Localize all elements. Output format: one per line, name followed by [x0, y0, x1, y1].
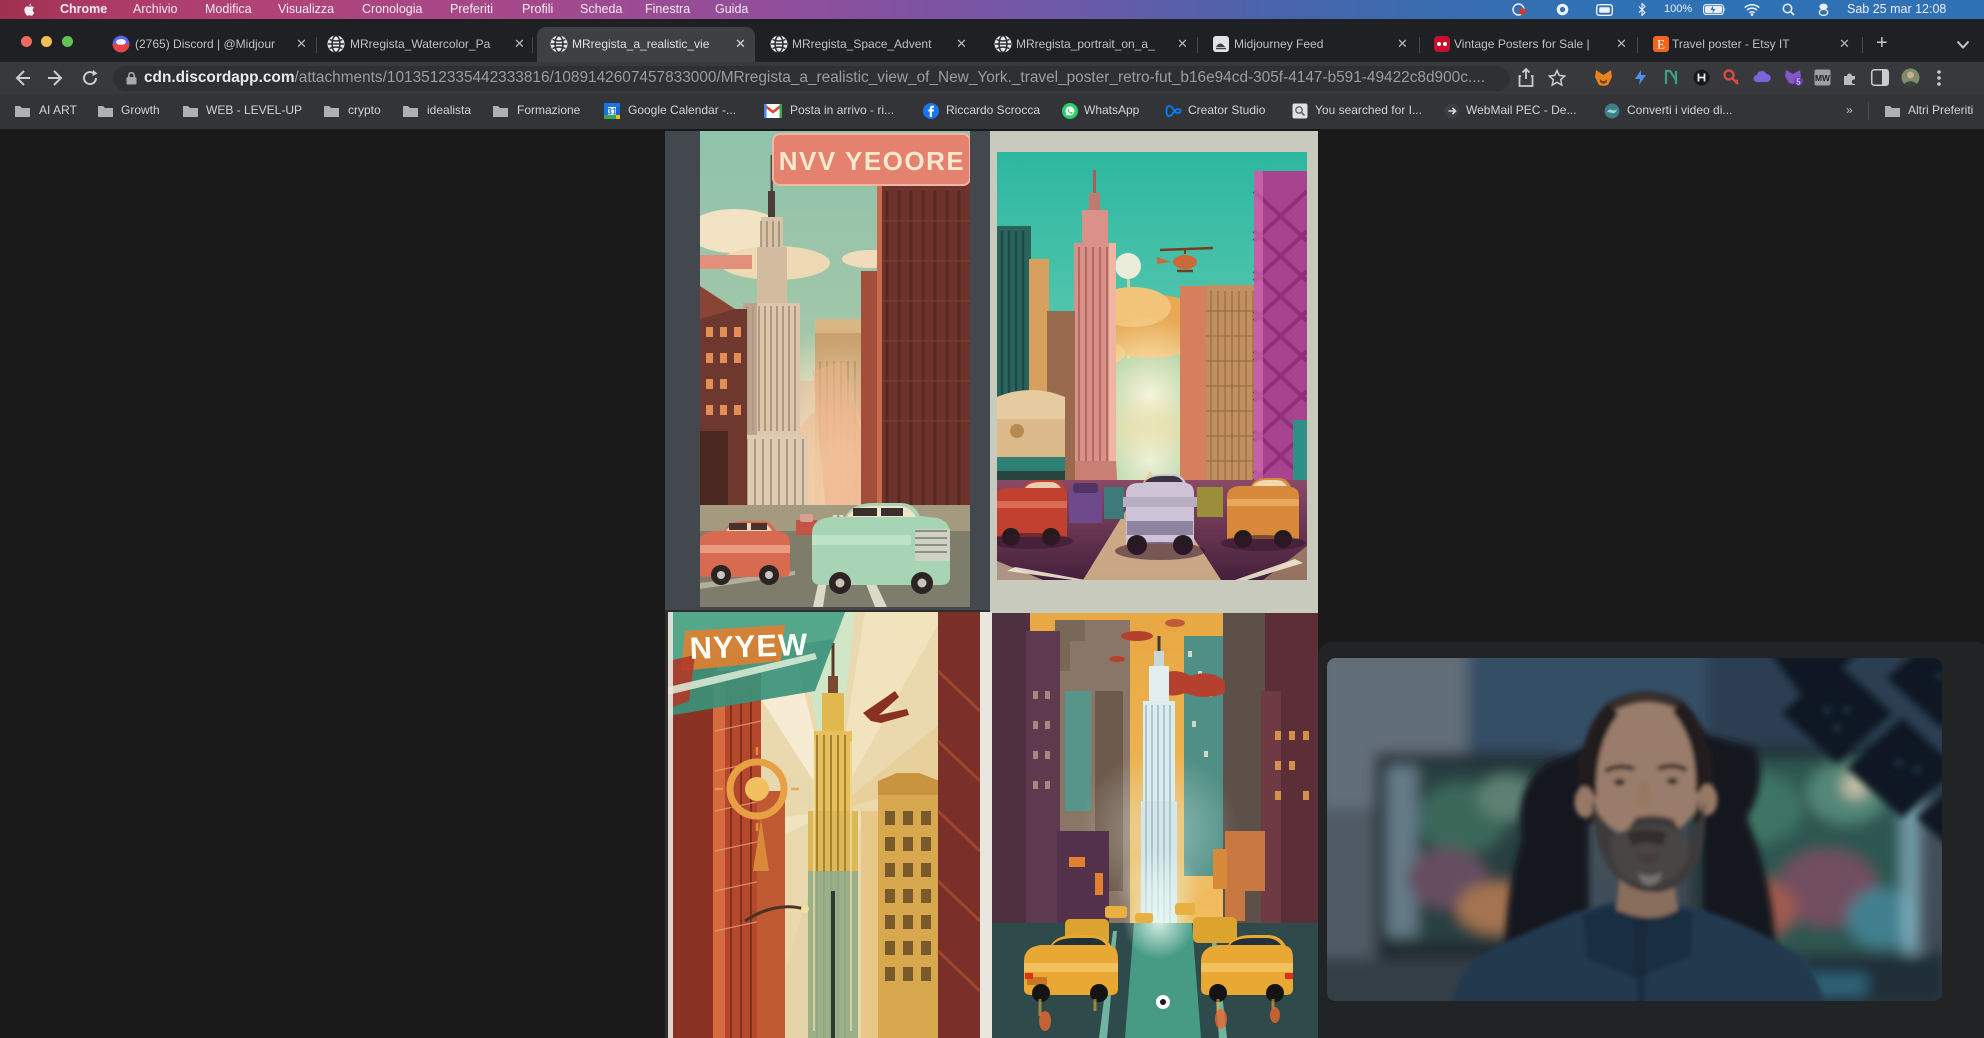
svg-text:31: 31 [607, 107, 617, 117]
svg-text:MW: MW [1815, 73, 1831, 83]
svg-text:E: E [1657, 37, 1665, 52]
svg-text:5: 5 [1796, 78, 1801, 87]
svg-text:NYYEW: NYYEW [689, 627, 809, 666]
svg-text:NVV YEOORE: NVV YEOORE [779, 146, 965, 176]
